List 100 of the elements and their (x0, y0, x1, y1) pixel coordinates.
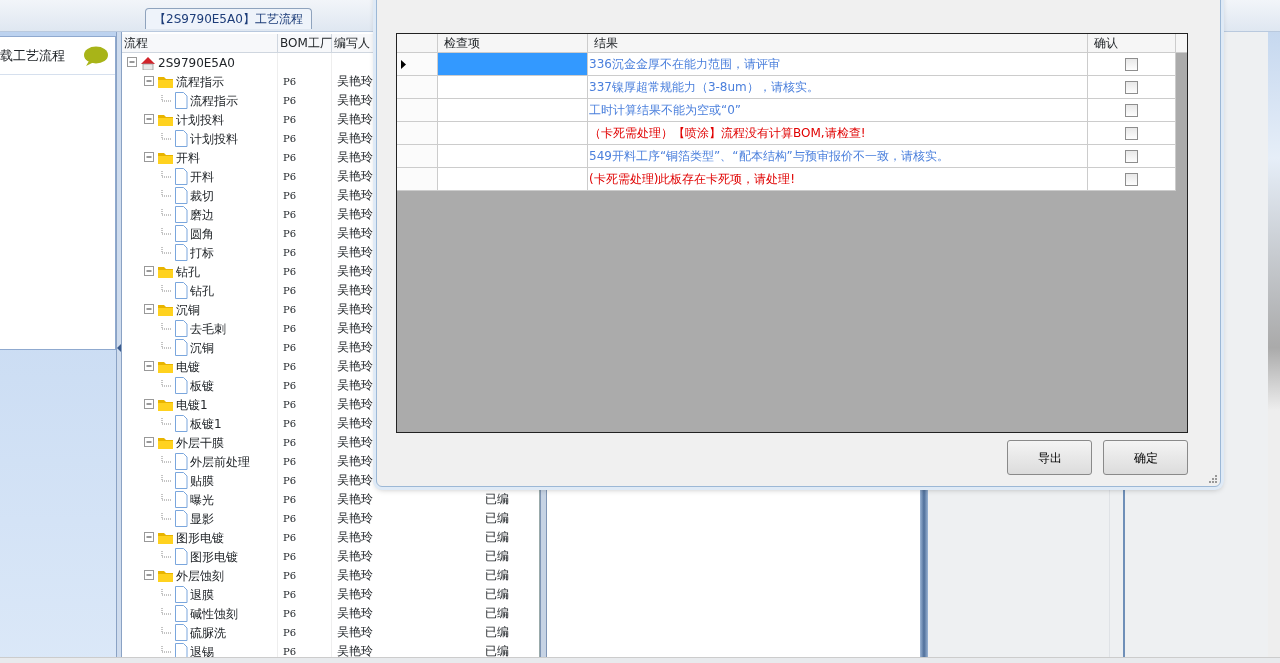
result-text: 337镍厚超常规能力（3-8um），请核实。 (589, 80, 819, 94)
checkbox[interactable] (1125, 57, 1138, 71)
table-cell: 已编 (485, 644, 509, 658)
tree-node-label[interactable]: 电镀 (176, 357, 200, 376)
tree-node-label[interactable]: 碱性蚀刻 (190, 604, 238, 623)
checkbox[interactable] (1125, 80, 1138, 94)
table-cell: P6 (283, 171, 297, 182)
tab-title[interactable]: 【2S9790E5A0】工艺流程 (145, 8, 312, 29)
table-cell: 吴艳玲 (337, 340, 373, 354)
tree-node-label[interactable]: 打标 (190, 243, 214, 262)
tree-node-label[interactable]: 退膜 (190, 585, 214, 604)
table-cell: 已编 (485, 568, 509, 582)
tree-node-label[interactable]: 计划投料 (176, 110, 224, 129)
collapse-toggle-icon[interactable] (144, 114, 155, 125)
collapse-toggle-icon[interactable] (144, 266, 155, 277)
table-cell: 吴艳玲 (337, 283, 373, 297)
tree-node-label[interactable]: 板镀 (190, 376, 214, 395)
collapse-toggle-icon[interactable] (144, 437, 155, 448)
document-icon (174, 206, 188, 223)
tree-node-label[interactable]: 显影 (190, 509, 214, 528)
table-cell: P6 (283, 456, 297, 467)
document-icon (174, 320, 188, 337)
checkbox[interactable] (1125, 172, 1138, 186)
collapse-toggle-icon[interactable] (144, 399, 155, 410)
collapse-toggle-icon[interactable] (144, 570, 155, 581)
table-cell: 已编 (485, 511, 509, 525)
resize-grip-icon (1209, 475, 1217, 483)
result-text: （卡死需处理）【喷涂】流程没有计算BOM,请检查! (589, 126, 866, 140)
tree-node-label[interactable]: 板镀1 (190, 414, 222, 433)
table-cell: 吴艳玲 (337, 188, 373, 202)
tree-node-label[interactable]: 开料 (190, 167, 214, 186)
table-cell: 吴艳玲 (337, 473, 373, 487)
table-cell: P6 (283, 133, 297, 144)
document-icon (174, 415, 188, 432)
document-icon (174, 605, 188, 622)
collapse-toggle-icon[interactable] (144, 76, 155, 87)
table-cell[interactable] (438, 168, 588, 191)
tree-node-label[interactable]: 裁切 (190, 186, 214, 205)
table-cell: 吴艳玲 (337, 226, 373, 240)
table-cell[interactable] (438, 122, 588, 145)
collapse-toggle-icon[interactable] (144, 532, 155, 543)
collapse-toggle-icon[interactable] (144, 304, 155, 315)
table-cell: 吴艳玲 (337, 359, 373, 373)
tree-node-label[interactable]: 硫脲洗 (190, 623, 226, 642)
collapse-toggle-icon[interactable] (144, 361, 155, 372)
column-header[interactable]: BOM工厂 (278, 34, 332, 52)
row-header[interactable] (397, 53, 438, 76)
tree-node-label[interactable]: 流程指示 (190, 91, 238, 110)
tree-node-label[interactable]: 开料 (176, 148, 200, 167)
checkbox[interactable] (1125, 126, 1138, 140)
table-cell: 吴艳玲 (337, 435, 373, 449)
table-cell: 吴艳玲 (337, 644, 373, 658)
tree-node-label[interactable]: 图形电镀 (190, 547, 238, 566)
tree-node-label[interactable]: 图形电镀 (176, 528, 224, 547)
dialog-button[interactable]: 确定 (1103, 440, 1188, 475)
table-cell: P6 (283, 418, 297, 429)
checkbox[interactable] (1125, 103, 1138, 117)
table-cell[interactable] (438, 145, 588, 168)
tree-node-label[interactable]: 沉铜 (190, 338, 214, 357)
collapse-toggle-icon[interactable] (144, 152, 155, 163)
table-cell: P6 (283, 152, 297, 163)
tree-node-label[interactable]: 计划投料 (190, 129, 238, 148)
folder-icon (157, 302, 174, 317)
table-cell: 吴艳玲 (337, 606, 373, 620)
tree-node-label[interactable]: 退锡 (190, 642, 214, 661)
column-header[interactable]: 流程 (122, 34, 278, 52)
tree-node-label[interactable]: 曝光 (190, 490, 214, 509)
table-cell[interactable] (438, 53, 588, 76)
tree-node-label[interactable]: 2S9790E5A0 (158, 53, 235, 72)
tree-node-label[interactable]: 沉铜 (176, 300, 200, 319)
tree-node-label[interactable]: 外层蚀刻 (176, 566, 224, 585)
dialog-button[interactable]: 导出 (1007, 440, 1092, 475)
document-icon (174, 624, 188, 641)
table-cell: 吴艳玲 (337, 454, 373, 468)
collapse-toggle-icon[interactable] (127, 57, 138, 68)
table-cell: P6 (283, 589, 297, 600)
column-header[interactable]: 检查项 (438, 34, 588, 52)
tree-node-label[interactable]: 去毛刺 (190, 319, 226, 338)
column-header[interactable]: 确认 (1088, 34, 1176, 52)
column-header[interactable]: 结果 (588, 34, 1088, 52)
result-text: 549开料工序“铜箔类型”、“配本结构”与预审报价不一致，请核实。 (589, 149, 949, 163)
table-cell: 吴艳玲 (337, 93, 373, 107)
tree-node-label[interactable]: 圆角 (190, 224, 214, 243)
tree-node-label[interactable]: 外层前处理 (190, 452, 250, 471)
table-cell[interactable] (438, 99, 588, 122)
tree-node-label[interactable]: 电镀1 (176, 395, 208, 414)
document-icon (174, 339, 188, 356)
tree-node-label[interactable]: 流程指示 (176, 72, 224, 91)
checkbox[interactable] (1125, 149, 1138, 163)
tree-node-label[interactable]: 钻孔 (190, 281, 214, 300)
table-cell[interactable] (438, 76, 588, 99)
table-cell: 吴艳玲 (337, 492, 373, 506)
folder-icon (157, 359, 174, 374)
tree-node-label[interactable]: 磨边 (190, 205, 214, 224)
tree-node-label[interactable]: 贴膜 (190, 471, 214, 490)
table-cell: 已编 (485, 625, 509, 639)
tree-node-label[interactable]: 钻孔 (176, 262, 200, 281)
table-cell: P6 (283, 475, 297, 486)
table-cell: P6 (283, 114, 297, 125)
tree-node-label[interactable]: 外层干膜 (176, 433, 224, 452)
